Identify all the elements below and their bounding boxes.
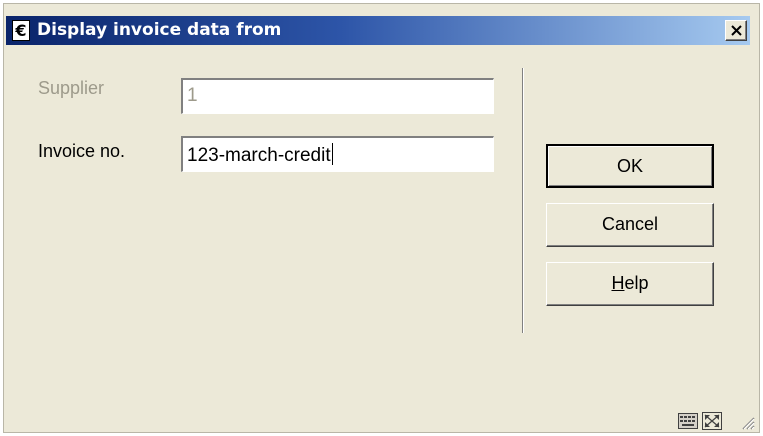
help-label-rest: elp (624, 273, 649, 293)
title-bar[interactable]: € Display invoice data from (6, 16, 750, 45)
invoice-no-label: Invoice no. (38, 141, 126, 161)
close-button[interactable] (725, 20, 747, 41)
vertical-separator (522, 68, 524, 333)
maximize-icon[interactable] (702, 412, 722, 430)
invoice-no-value: 123-march-credit (187, 145, 331, 166)
keyboard-icon[interactable] (678, 413, 698, 429)
close-icon (731, 25, 742, 36)
resize-grip-icon[interactable] (741, 416, 755, 430)
ok-button[interactable]: OK (546, 144, 714, 188)
help-mnemonic: H (611, 273, 625, 293)
cancel-button[interactable]: Cancel (546, 203, 714, 247)
euro-app-icon: € (12, 20, 30, 41)
help-button[interactable]: Help (546, 262, 714, 306)
dialog-title: Display invoice data from (37, 20, 282, 40)
supplier-field: 1 (181, 78, 494, 114)
supplier-label: Supplier (38, 78, 105, 98)
invoice-no-field[interactable]: 123-march-credit (181, 136, 494, 172)
text-caret (331, 143, 333, 165)
